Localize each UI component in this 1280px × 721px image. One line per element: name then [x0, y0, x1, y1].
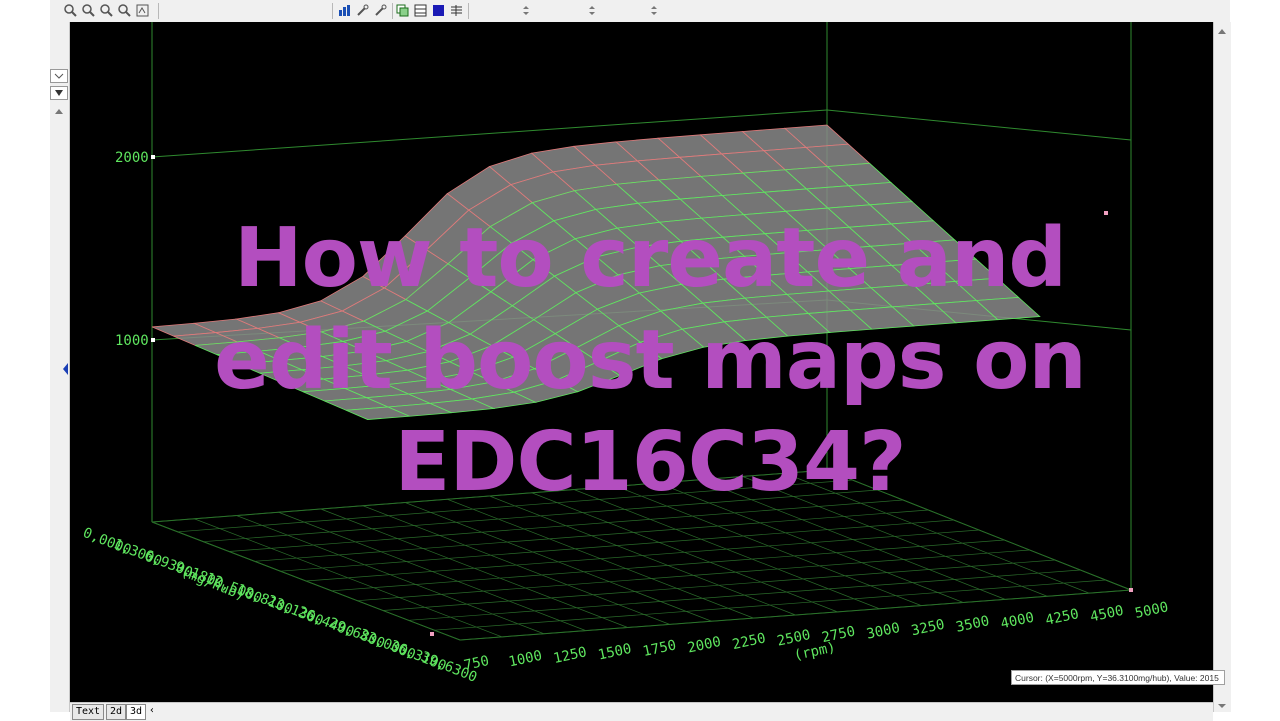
- x-tick-label: 4250: [1044, 606, 1080, 629]
- reset-view-icon[interactable]: [136, 4, 149, 17]
- grid-icon[interactable]: [414, 4, 427, 17]
- x-tick-label: 3250: [910, 617, 946, 640]
- x-tick-label: 4500: [1089, 603, 1125, 626]
- title-line: edit boost maps on: [214, 313, 1087, 408]
- y-axis-label: (mg/hub): [179, 564, 248, 604]
- toolbar-separator: [332, 3, 333, 19]
- tab-text[interactable]: Text: [72, 704, 105, 720]
- right-scrollbar[interactable]: [1213, 22, 1231, 712]
- view-tab-bar: Text 2d 3d ‹: [70, 702, 1213, 721]
- zoom-in-icon[interactable]: [64, 4, 77, 17]
- dropdown-arrow-icon[interactable]: [50, 69, 68, 83]
- spin-arrows-icon[interactable]: [586, 4, 599, 17]
- x-axis-ticks: 750 1000 1250 1500 1750 2000 2250 2500 2750 3000 3…: [463, 599, 1170, 674]
- title-line: EDC16C34?: [394, 415, 906, 510]
- collapse-panel-icon[interactable]: [62, 362, 69, 376]
- chart-icon[interactable]: [338, 4, 351, 17]
- scroll-down-icon[interactable]: [1216, 702, 1228, 710]
- x-tick-label: 1250: [552, 644, 588, 667]
- left-panel: [50, 22, 70, 712]
- dropdown-arrow-icon[interactable]: [50, 86, 68, 100]
- pan-icon[interactable]: [100, 4, 113, 17]
- x-tick-label: 5000: [1134, 599, 1170, 622]
- toolbar-separator: [468, 3, 469, 19]
- corner-marker: [1129, 588, 1133, 592]
- x-tick-label: 2250: [731, 630, 767, 653]
- spin-arrows-icon[interactable]: [520, 4, 533, 17]
- copy-icon[interactable]: [396, 4, 409, 17]
- columns-icon[interactable]: [450, 4, 463, 17]
- rotate-icon[interactable]: [118, 4, 131, 17]
- settings-icon[interactable]: [374, 4, 387, 17]
- toolbar: [50, 0, 1230, 23]
- scroll-up-icon[interactable]: [1216, 26, 1228, 38]
- z-tick-marker: [151, 155, 155, 159]
- zoom-out-icon[interactable]: [82, 4, 95, 17]
- tab-3d[interactable]: 3d: [126, 704, 147, 720]
- x-tick-label: 1000: [507, 648, 543, 671]
- spin-arrows-icon[interactable]: [648, 4, 661, 17]
- tools-icon[interactable]: [356, 4, 369, 17]
- x-tick-label: 4000: [999, 610, 1035, 633]
- tab-2d[interactable]: 2d: [106, 704, 127, 720]
- toolbar-separator: [158, 3, 159, 19]
- y-tick-label: 39,6300: [419, 649, 480, 686]
- tab-scroll-left[interactable]: ‹: [146, 704, 158, 718]
- x-tick-label: 1500: [597, 641, 633, 664]
- x-tick-label: 3000: [865, 620, 901, 643]
- toolbar-separator: [392, 3, 393, 19]
- scroll-up-icon[interactable]: [53, 106, 65, 118]
- x-tick-label: 2000: [686, 634, 722, 657]
- fill-color-icon[interactable]: [432, 4, 445, 17]
- z-tick-label: 1000: [115, 333, 149, 349]
- x-tick-label: 3500: [955, 613, 991, 636]
- z-tick-label: 2000: [115, 150, 149, 166]
- title-line: How to create and: [233, 211, 1067, 306]
- cursor-readout: Cursor: (X=5000rpm, Y=36.3100mg/hub), Va…: [1011, 670, 1225, 685]
- x-tick-label: 1750: [641, 637, 677, 660]
- corner-marker: [430, 632, 434, 636]
- video-title-overlay: How to create and edit boost maps on EDC…: [150, 208, 1150, 514]
